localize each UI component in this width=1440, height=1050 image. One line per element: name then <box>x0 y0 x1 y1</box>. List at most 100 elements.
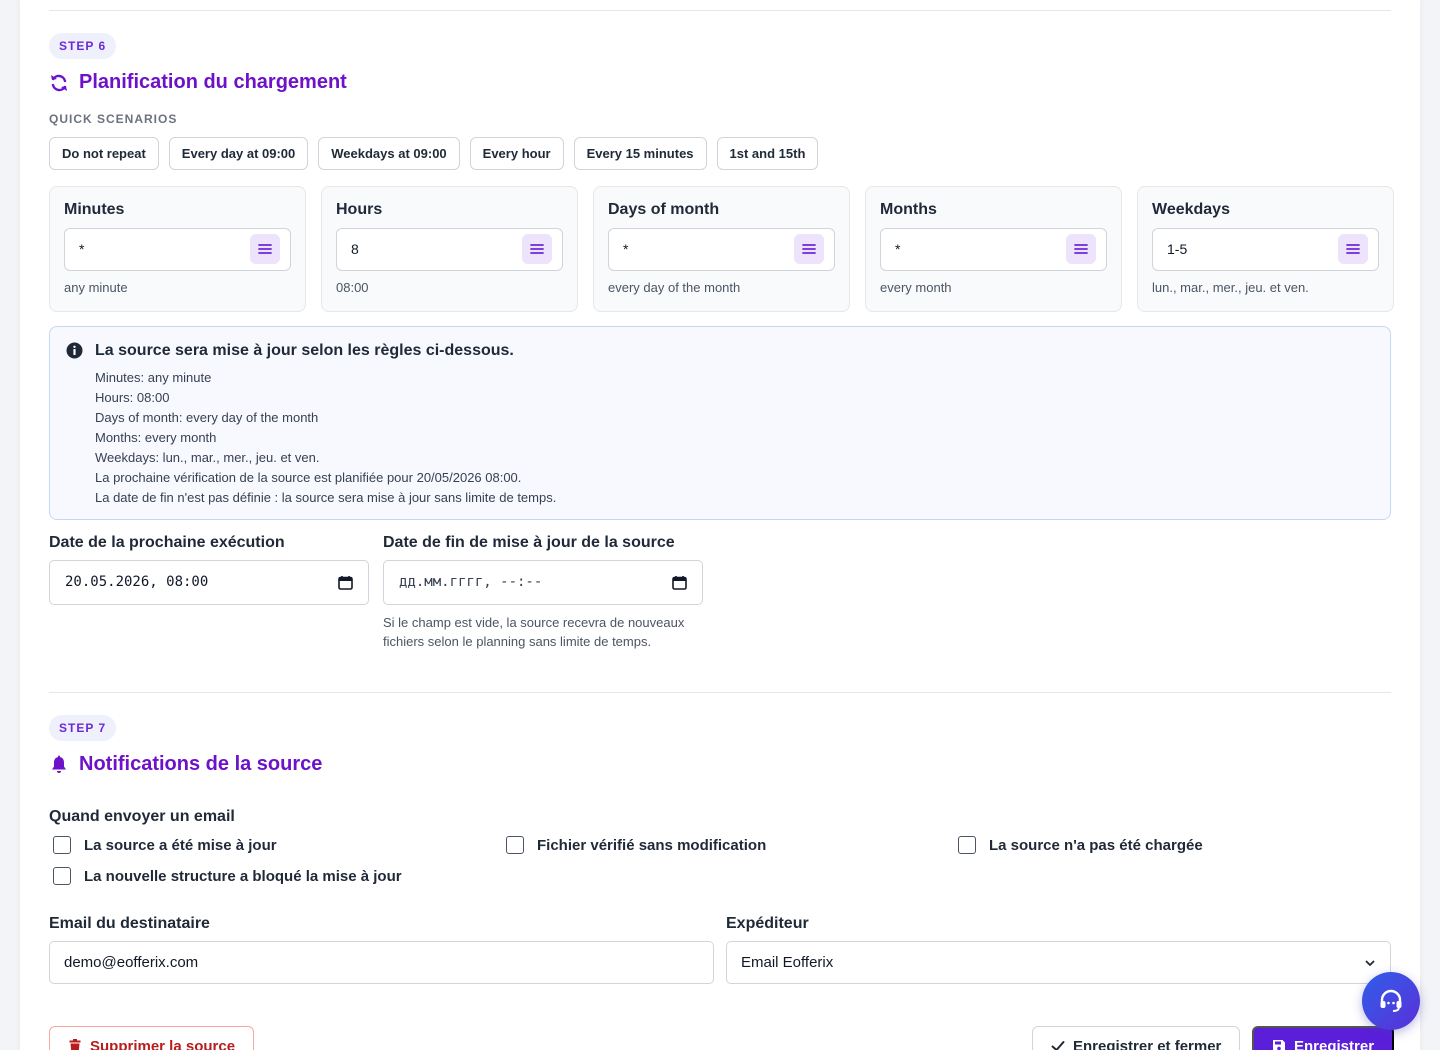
scenario-weekdays-button[interactable]: Weekdays at 09:00 <box>318 137 460 170</box>
checkbox-label: La source n'a pas été chargée <box>989 836 1203 854</box>
cron-desc: every month <box>880 280 952 295</box>
cron-minutes-input[interactable]: * <box>64 228 291 271</box>
recipient-value: demo@eofferix.com <box>64 954 199 971</box>
help-line: fichiers selon le planning sans limite d… <box>383 634 652 649</box>
scenario-every-hour-button[interactable]: Every hour <box>469 137 564 170</box>
cron-value: * <box>895 241 901 257</box>
step-badge: STEP 7 <box>49 715 117 741</box>
sender-label: Expéditeur <box>726 915 809 932</box>
section-divider <box>49 10 1391 11</box>
cron-menu-button[interactable] <box>794 234 824 264</box>
refresh-icon <box>51 74 67 91</box>
checkbox-box[interactable] <box>53 867 71 885</box>
chevron-down-icon <box>1365 960 1375 966</box>
summary-title: La source sera mise à jour selon les règ… <box>95 342 514 359</box>
trash-icon <box>69 1039 81 1050</box>
cron-desc: 08:00 <box>336 280 369 295</box>
end-date-help: Si le champ est vide, la source recevra … <box>383 613 713 651</box>
cron-title: Minutes <box>64 201 125 218</box>
checkbox-box[interactable] <box>506 836 524 854</box>
checkbox-source-not-loaded[interactable]: La source n'a pas été chargée <box>958 836 1203 854</box>
cron-value: * <box>623 241 629 257</box>
cron-title: Weekdays <box>1152 201 1230 218</box>
sender-select[interactable]: Email Eofferix <box>726 941 1391 984</box>
end-date-label: Date de fin de mise à jour de la source <box>383 534 675 551</box>
scenario-1st-and-15th-button[interactable]: 1st and 15th <box>716 137 819 170</box>
cron-weekdays-input[interactable]: 1-5 <box>1152 228 1379 271</box>
section-title-text: Planification du chargement <box>79 71 347 93</box>
cron-title: Months <box>880 201 937 218</box>
summary-line: La date de fin n'est pas définie : la so… <box>95 490 557 505</box>
list-icon <box>1346 244 1360 254</box>
save-and-close-button[interactable]: Enregistrer et fermer <box>1032 1026 1241 1050</box>
cron-menu-button[interactable] <box>1338 234 1368 264</box>
recipient-email-input[interactable]: demo@eofferix.com <box>49 941 714 984</box>
delete-source-button[interactable]: Supprimer la source <box>49 1026 255 1050</box>
help-line: Si le champ est vide, la source recevra … <box>383 615 685 630</box>
summary-line: Months: every month <box>95 430 217 445</box>
cron-menu-button[interactable] <box>1066 234 1096 264</box>
recipient-label: Email du destinataire <box>49 915 210 932</box>
scenario-every-day-button[interactable]: Every day at 09:00 <box>168 137 309 170</box>
end-date-datetime-input[interactable]: дд.мм.гггг, --:-- <box>383 560 703 605</box>
cron-card-weekdays: Weekdays 1-5 lun., mar., mer., jeu. et v… <box>1137 186 1394 312</box>
headset-icon <box>1380 989 1402 1012</box>
summary-line: Days of month: every day of the month <box>95 410 319 425</box>
cron-card-days-of-month: Days of month * every day of the month <box>593 186 850 312</box>
info-circle-icon <box>66 342 83 359</box>
summary-line: Minutes: any minute <box>95 370 212 385</box>
list-icon <box>530 244 544 254</box>
summary-lines: Minutes: any minute Hours: 08:00 Days of… <box>95 368 556 508</box>
sender-value: Email Eofferix <box>741 954 834 971</box>
cron-days-input[interactable]: * <box>608 228 835 271</box>
next-run-label: Date de la prochaine exécution <box>49 534 285 551</box>
quick-scenarios-label: QUICK SCENARIOS <box>49 112 178 126</box>
cron-value: 1-5 <box>1167 241 1188 257</box>
support-chat-button[interactable] <box>1362 972 1420 1030</box>
checkbox-source-updated[interactable]: La source a été mise à jour <box>53 836 277 854</box>
checkbox-box[interactable] <box>53 836 71 854</box>
cron-months-input[interactable]: * <box>880 228 1107 271</box>
button-label: Enregistrer <box>1294 1037 1375 1050</box>
summary-line: La prochaine vérification de la source e… <box>95 470 522 485</box>
cron-card-minutes: Minutes * any minute <box>49 186 306 312</box>
cron-card-hours: Hours 8 08:00 <box>321 186 578 312</box>
checkbox-file-verified[interactable]: Fichier vérifié sans modification <box>506 836 766 854</box>
scenario-every-15-minutes-button[interactable]: Every 15 minutes <box>573 137 707 170</box>
list-icon <box>258 244 272 254</box>
cron-value: * <box>79 241 85 257</box>
schedule-summary: La source sera mise à jour selon les règ… <box>49 326 1391 520</box>
summary-line: Weekdays: lun., mar., mer., jeu. et ven. <box>95 450 320 465</box>
scenario-do-not-repeat-button[interactable]: Do not repeat <box>49 137 159 170</box>
cron-value: 8 <box>351 241 359 257</box>
calendar-icon[interactable] <box>338 575 353 590</box>
checkbox-box[interactable] <box>958 836 976 854</box>
button-label: Enregistrer et fermer <box>1073 1037 1222 1050</box>
section-divider <box>49 692 1391 693</box>
when-send-email-label: Quand envoyer un email <box>49 808 235 825</box>
checkbox-label: La source a été mise à jour <box>84 836 277 854</box>
step-badge: STEP 6 <box>49 33 117 59</box>
cron-title: Hours <box>336 201 383 218</box>
checkbox-structure-blocked[interactable]: La nouvelle structure a bloqué la mise à… <box>53 867 402 885</box>
cron-desc: lun., mar., mer., jeu. et ven. <box>1152 280 1309 295</box>
summary-line: Hours: 08:00 <box>95 390 170 405</box>
cron-card-months: Months * every month <box>865 186 1122 312</box>
checkbox-label: Fichier vérifié sans modification <box>537 836 767 854</box>
section-title-text: Notifications de la source <box>79 753 323 775</box>
cron-menu-button[interactable] <box>250 234 280 264</box>
bell-icon <box>52 755 66 773</box>
calendar-icon[interactable] <box>672 575 687 590</box>
button-label: Supprimer la source <box>90 1037 236 1050</box>
cron-hours-input[interactable]: 8 <box>336 228 563 271</box>
quick-scenarios: Do not repeat Every day at 09:00 Weekday… <box>49 137 819 170</box>
next-run-value: 20.05.2026, 08:00 <box>65 574 209 590</box>
section-title-schedule: Planification du chargement <box>49 71 347 94</box>
list-icon <box>1074 244 1088 254</box>
save-button[interactable]: Enregistrer <box>1252 1026 1395 1050</box>
list-icon <box>802 244 816 254</box>
cron-menu-button[interactable] <box>522 234 552 264</box>
end-date-placeholder: дд.мм.гггг, --:-- <box>399 574 543 590</box>
check-icon <box>1051 1041 1065 1050</box>
next-run-datetime-input[interactable]: 20.05.2026, 08:00 <box>49 560 369 605</box>
